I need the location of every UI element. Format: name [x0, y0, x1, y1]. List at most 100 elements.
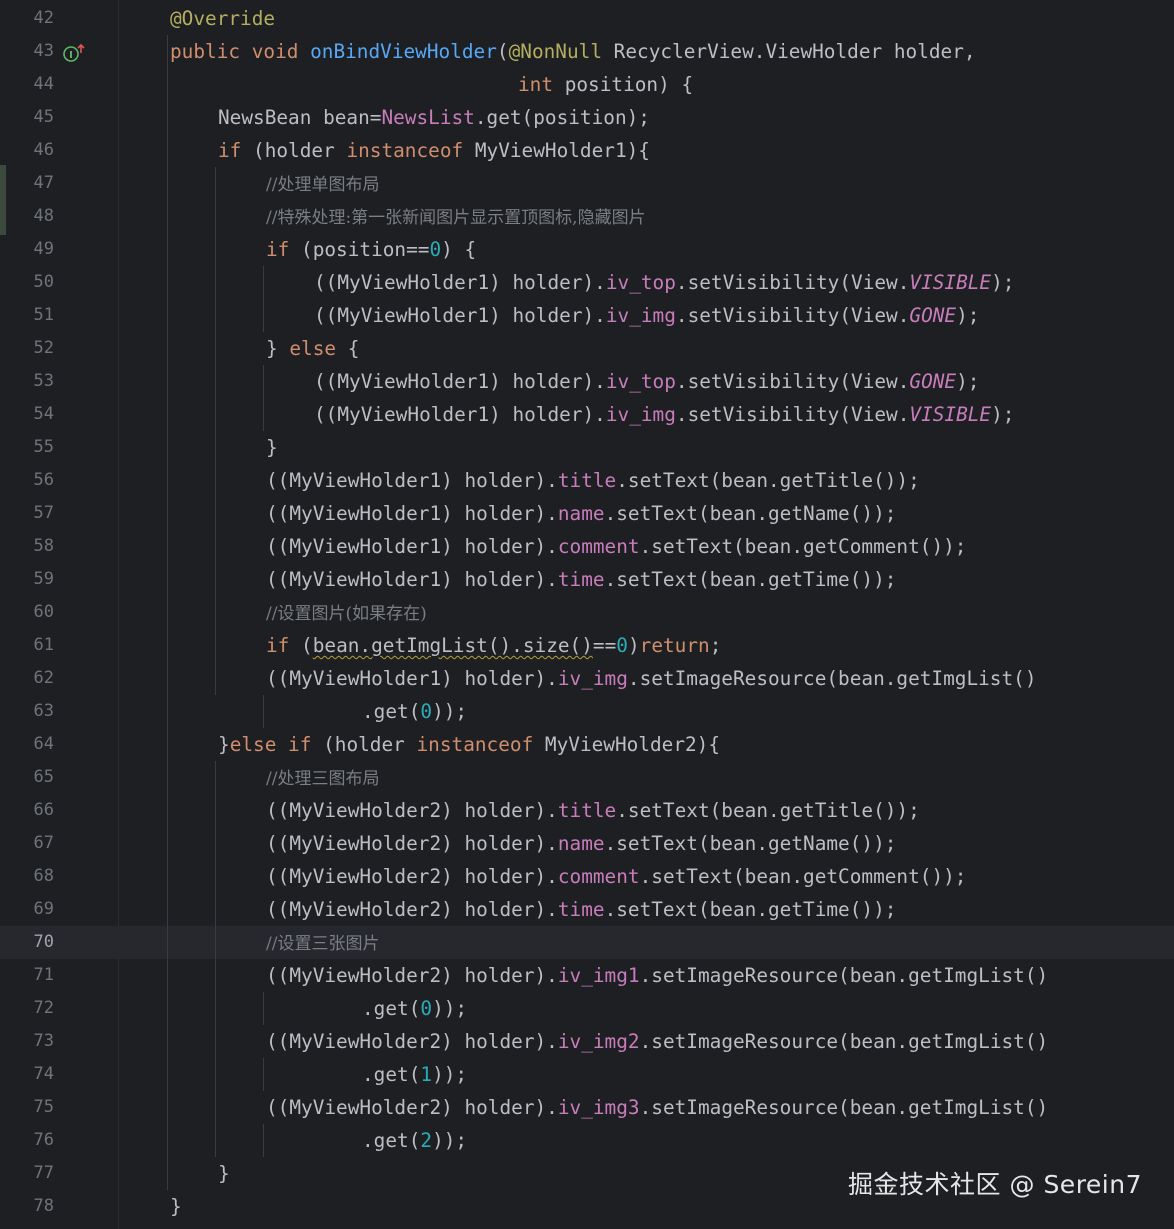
- code-line-74[interactable]: 74 .get(1));: [0, 1058, 1174, 1091]
- code-line-63[interactable]: 63 .get(0));: [0, 695, 1174, 728]
- line-number[interactable]: 55: [0, 431, 54, 464]
- line-number[interactable]: 77: [0, 1157, 54, 1190]
- code-text[interactable]: //设置三张图片: [266, 926, 379, 961]
- code-line-64[interactable]: 64 }else if (holder instanceof MyViewHold…: [0, 728, 1174, 761]
- line-number[interactable]: 48: [0, 200, 54, 233]
- code-line-55[interactable]: 55}: [0, 431, 1174, 464]
- code-line-73[interactable]: 73 ((MyViewHolder2) holder).iv_img2.setIm…: [0, 1025, 1174, 1058]
- code-line-47[interactable]: 47 //处理单图布局: [0, 167, 1174, 200]
- code-text[interactable]: ((MyViewHolder1) holder).iv_img.setVisib…: [314, 299, 979, 332]
- code-line-44[interactable]: 44 int position) {: [0, 68, 1174, 101]
- code-text[interactable]: ((MyViewHolder2) holder).name.setText(be…: [266, 827, 896, 860]
- code-text[interactable]: ((MyViewHolder2) holder).time.setText(be…: [266, 893, 896, 926]
- line-number[interactable]: 74: [0, 1058, 54, 1091]
- code-line-52[interactable]: 52} else {: [0, 332, 1174, 365]
- code-line-69[interactable]: 69 ((MyViewHolder2) holder).time.setText(…: [0, 893, 1174, 926]
- code-line-45[interactable]: 45 NewsBean bean=NewsList.get(position);: [0, 101, 1174, 134]
- code-text[interactable]: public void onBindViewHolder(@NonNull Re…: [170, 35, 976, 68]
- line-number[interactable]: 69: [0, 893, 54, 926]
- line-number[interactable]: 59: [0, 563, 54, 596]
- code-line-56[interactable]: 56 ((MyViewHolder1) holder).title.setText…: [0, 464, 1174, 497]
- code-line-58[interactable]: 58 ((MyViewHolder1) holder).comment.setTe…: [0, 530, 1174, 563]
- code-text[interactable]: }: [170, 1190, 182, 1223]
- line-number[interactable]: 53: [0, 365, 54, 398]
- code-text[interactable]: if (holder instanceof MyViewHolder1){: [218, 134, 650, 167]
- line-number[interactable]: 63: [0, 695, 54, 728]
- code-text[interactable]: @Override: [170, 2, 275, 35]
- line-number[interactable]: 56: [0, 464, 54, 497]
- code-text[interactable]: }: [218, 1157, 230, 1190]
- code-line-49[interactable]: 49 if (position==0) {: [0, 233, 1174, 266]
- line-number[interactable]: 50: [0, 266, 54, 299]
- code-text[interactable]: //处理三图布局: [266, 761, 379, 796]
- code-editor[interactable]: 42 @Override 43 Ipublic void onBindViewHold…: [0, 0, 1174, 1229]
- code-text[interactable]: ((MyViewHolder1) holder).iv_top.setVisib…: [314, 266, 1014, 299]
- line-number[interactable]: 66: [0, 794, 54, 827]
- code-line-57[interactable]: 57 ((MyViewHolder1) holder).name.setText(…: [0, 497, 1174, 530]
- line-number[interactable]: 60: [0, 596, 54, 629]
- code-text[interactable]: //特殊处理:第一张新闻图片显示置顶图标,隐藏图片: [266, 200, 646, 235]
- code-text[interactable]: ((MyViewHolder2) holder).iv_img2.setImag…: [266, 1025, 1048, 1058]
- line-number[interactable]: 44: [0, 68, 54, 101]
- code-line-62[interactable]: 62 ((MyViewHolder1) holder).iv_img.setIma…: [0, 662, 1174, 695]
- code-text[interactable]: ((MyViewHolder2) holder).iv_img1.setImag…: [266, 959, 1048, 992]
- code-text[interactable]: //设置图片(如果存在): [266, 596, 427, 631]
- code-line-65[interactable]: 65 //处理三图布局: [0, 761, 1174, 794]
- code-line-66[interactable]: 66 ((MyViewHolder2) holder).title.setText…: [0, 794, 1174, 827]
- code-line-71[interactable]: 71 ((MyViewHolder2) holder).iv_img1.setIm…: [0, 959, 1174, 992]
- code-text[interactable]: }: [266, 431, 278, 464]
- code-text[interactable]: ((MyViewHolder1) holder).comment.setText…: [266, 530, 966, 563]
- code-line-51[interactable]: 51 ((MyViewHolder1) holder).iv_img.setVis…: [0, 299, 1174, 332]
- line-number[interactable]: 57: [0, 497, 54, 530]
- line-number[interactable]: 67: [0, 827, 54, 860]
- code-line-67[interactable]: 67 ((MyViewHolder2) holder).name.setText(…: [0, 827, 1174, 860]
- code-text[interactable]: ((MyViewHolder1) holder).name.setText(be…: [266, 497, 896, 530]
- code-line-53[interactable]: 53 ((MyViewHolder1) holder).iv_top.setVis…: [0, 365, 1174, 398]
- code-line-54[interactable]: 54 ((MyViewHolder1) holder).iv_img.setVis…: [0, 398, 1174, 431]
- code-line-70[interactable]: 70 //设置三张图片: [0, 926, 1174, 959]
- line-number[interactable]: 46: [0, 134, 54, 167]
- code-text[interactable]: ((MyViewHolder1) holder).iv_img.setImage…: [266, 662, 1037, 695]
- code-line-75[interactable]: 75 ((MyViewHolder2) holder).iv_img3.setIm…: [0, 1091, 1174, 1124]
- line-number[interactable]: 70: [0, 926, 54, 959]
- line-number[interactable]: 62: [0, 662, 54, 695]
- line-number[interactable]: 58: [0, 530, 54, 563]
- line-number[interactable]: 51: [0, 299, 54, 332]
- line-number[interactable]: 65: [0, 761, 54, 794]
- code-text[interactable]: if (bean.getImgList().size()==0)return;: [266, 629, 721, 662]
- code-text[interactable]: NewsBean bean=NewsList.get(position);: [218, 101, 650, 134]
- code-line-76[interactable]: 76 .get(2));: [0, 1124, 1174, 1157]
- line-number[interactable]: 76: [0, 1124, 54, 1157]
- code-text[interactable]: ((MyViewHolder1) holder).iv_img.setVisib…: [314, 398, 1014, 431]
- code-line-48[interactable]: 48 //特殊处理:第一张新闻图片显示置顶图标,隐藏图片: [0, 200, 1174, 233]
- line-number[interactable]: 72: [0, 992, 54, 1025]
- line-number[interactable]: 47: [0, 167, 54, 200]
- code-text[interactable]: ((MyViewHolder2) holder).comment.setText…: [266, 860, 966, 893]
- line-number[interactable]: 61: [0, 629, 54, 662]
- implementing-method-icon[interactable]: I: [62, 41, 86, 63]
- code-line-46[interactable]: 46 if (holder instanceof MyViewHolder1){: [0, 134, 1174, 167]
- code-text[interactable]: ((MyViewHolder2) holder).iv_img3.setImag…: [266, 1091, 1048, 1124]
- line-number[interactable]: 49: [0, 233, 54, 266]
- line-number[interactable]: 68: [0, 860, 54, 893]
- code-text[interactable]: .get(0));: [362, 695, 467, 728]
- code-text[interactable]: //处理单图布局: [266, 167, 379, 202]
- line-number[interactable]: 75: [0, 1091, 54, 1124]
- line-number[interactable]: 54: [0, 398, 54, 431]
- code-text[interactable]: }else if (holder instanceof MyViewHolder…: [218, 728, 720, 761]
- line-number[interactable]: 42: [0, 2, 54, 35]
- code-line-72[interactable]: 72 .get(0));: [0, 992, 1174, 1025]
- line-number[interactable]: 73: [0, 1025, 54, 1058]
- code-text[interactable]: .get(2));: [362, 1124, 467, 1157]
- code-text[interactable]: if (position==0) {: [266, 233, 476, 266]
- line-number[interactable]: 64: [0, 728, 54, 761]
- code-line-42[interactable]: 42 @Override: [0, 2, 1174, 35]
- line-number[interactable]: 45: [0, 101, 54, 134]
- line-number[interactable]: 71: [0, 959, 54, 992]
- code-line-60[interactable]: 60 //设置图片(如果存在): [0, 596, 1174, 629]
- code-text[interactable]: .get(0));: [362, 992, 467, 1025]
- code-line-68[interactable]: 68 ((MyViewHolder2) holder).comment.setTe…: [0, 860, 1174, 893]
- code-text[interactable]: ((MyViewHolder1) holder).time.setText(be…: [266, 563, 896, 596]
- code-text[interactable]: ((MyViewHolder2) holder).title.setText(b…: [266, 794, 920, 827]
- code-text[interactable]: ((MyViewHolder1) holder).iv_top.setVisib…: [314, 365, 979, 398]
